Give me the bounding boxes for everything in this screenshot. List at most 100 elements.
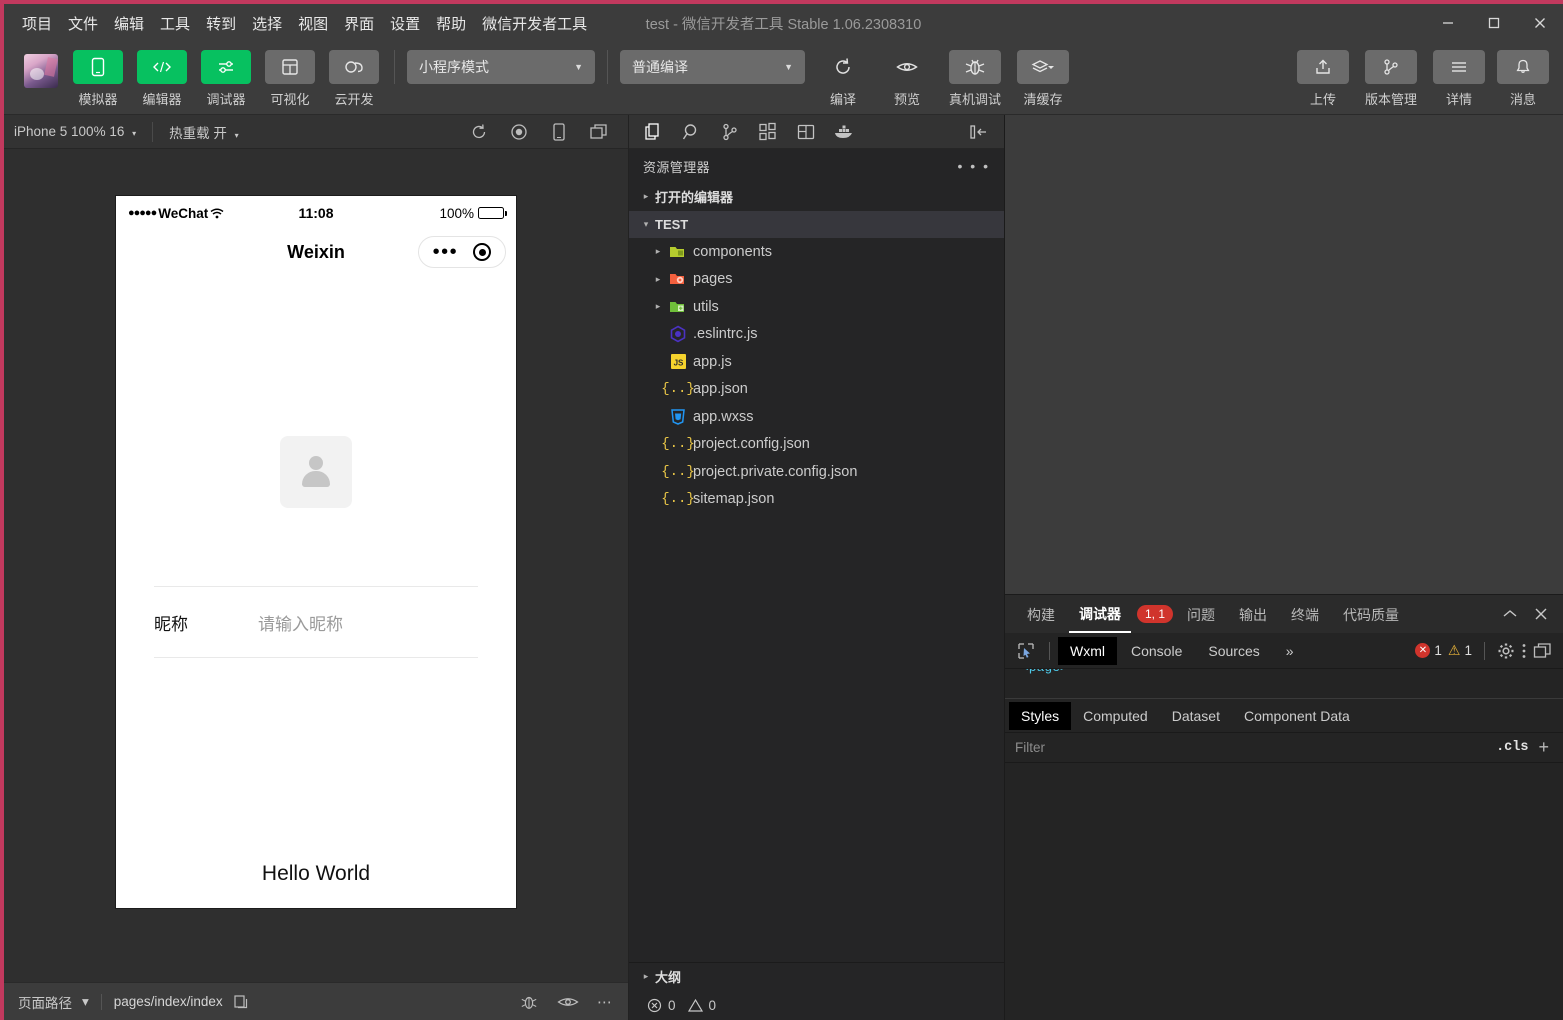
phone-icon[interactable] bbox=[73, 50, 123, 84]
menu-item-file[interactable]: 文件 bbox=[60, 9, 106, 38]
menu-item-goto[interactable]: 转到 bbox=[198, 9, 244, 38]
layers-icon[interactable] bbox=[1017, 50, 1069, 84]
dock-panel-icon[interactable] bbox=[1533, 642, 1557, 660]
avatar[interactable] bbox=[24, 54, 58, 88]
layout-icon[interactable] bbox=[265, 50, 315, 84]
tab-code-quality[interactable]: 代码质量 bbox=[1333, 597, 1409, 632]
problems-summary[interactable]: 0 0 bbox=[629, 990, 1004, 1020]
page-path-select[interactable]: 页面路径 ▾ bbox=[18, 992, 89, 1012]
tree-section-test[interactable]: ▾ TEST bbox=[629, 210, 1004, 238]
toolbar-item-details[interactable]: 详情 bbox=[1431, 50, 1487, 108]
capsule-button[interactable]: ••• bbox=[418, 236, 506, 268]
style-tab-computed[interactable]: Computed bbox=[1071, 702, 1160, 730]
bug-icon[interactable] bbox=[519, 993, 539, 1011]
toolbar-item-clear-cache[interactable]: 清缓存 bbox=[1015, 50, 1071, 108]
source-control-icon[interactable] bbox=[713, 118, 747, 146]
tab-output[interactable]: 输出 bbox=[1229, 597, 1277, 632]
cls-button[interactable]: .cls bbox=[1486, 740, 1538, 755]
chevron-up-icon[interactable] bbox=[1501, 607, 1519, 621]
tree-item-project-private-config[interactable]: {..} project.private.config.json bbox=[629, 458, 1004, 486]
eye-icon[interactable] bbox=[881, 50, 933, 84]
device-rotate-icon[interactable] bbox=[544, 119, 574, 145]
toolbar-item-compile[interactable]: 编译 bbox=[815, 50, 871, 108]
panel-tab-more[interactable]: » bbox=[1274, 637, 1306, 665]
tab-terminal[interactable]: 终端 bbox=[1281, 597, 1329, 632]
add-style-rule-button[interactable]: + bbox=[1538, 737, 1553, 758]
bug-icon[interactable] bbox=[949, 50, 1001, 84]
toolbar-item-remote-debug[interactable]: 真机调试 bbox=[943, 50, 1007, 108]
inspect-element-icon[interactable] bbox=[1011, 638, 1041, 664]
tree-section-open-editors[interactable]: ▸ 打开的编辑器 bbox=[629, 183, 1004, 211]
refresh-icon[interactable] bbox=[817, 50, 869, 84]
user-avatar-placeholder[interactable] bbox=[280, 436, 352, 508]
upload-icon[interactable] bbox=[1297, 50, 1349, 84]
toolbar-item-upload[interactable]: 上传 bbox=[1295, 50, 1351, 108]
code-icon[interactable] bbox=[137, 50, 187, 84]
toolbar-item-simulator[interactable]: 模拟器 bbox=[70, 50, 126, 108]
docker-icon[interactable] bbox=[827, 118, 861, 146]
menu-item-settings[interactable]: 设置 bbox=[382, 9, 428, 38]
menu-icon[interactable] bbox=[1433, 50, 1485, 84]
menu-item-project[interactable]: 项目 bbox=[14, 9, 60, 38]
toolbar-item-editor[interactable]: 编辑器 bbox=[134, 50, 190, 108]
menu-item-select[interactable]: 选择 bbox=[244, 9, 290, 38]
menu-item-interface[interactable]: 界面 bbox=[336, 9, 382, 38]
files-icon[interactable] bbox=[637, 118, 671, 146]
tree-item-project-config[interactable]: {..} project.config.json bbox=[629, 431, 1004, 459]
menu-item-edit[interactable]: 编辑 bbox=[106, 9, 152, 38]
tree-item-pages[interactable]: ▸ pages bbox=[629, 266, 1004, 294]
git-branch-icon[interactable] bbox=[1365, 50, 1417, 84]
minimize-button[interactable] bbox=[1425, 4, 1471, 42]
tree-item-app-js[interactable]: JS app.js bbox=[629, 348, 1004, 376]
eye-icon[interactable] bbox=[557, 995, 579, 1009]
tab-problems[interactable]: 问题 bbox=[1177, 597, 1225, 632]
menu-item-view[interactable]: 视图 bbox=[290, 9, 336, 38]
cloud-icon[interactable] bbox=[329, 50, 379, 84]
wxml-code-view[interactable]: <page> bbox=[1005, 669, 1563, 699]
kebab-menu-icon[interactable] bbox=[1521, 642, 1527, 660]
maximize-button[interactable] bbox=[1471, 4, 1517, 42]
filter-input[interactable] bbox=[1015, 740, 1487, 755]
close-button[interactable] bbox=[1517, 4, 1563, 42]
record-icon[interactable] bbox=[504, 119, 534, 145]
toolbar-item-version-control[interactable]: 版本管理 bbox=[1359, 50, 1423, 108]
panel-tab-wxml[interactable]: Wxml bbox=[1058, 636, 1117, 665]
more-icon[interactable]: ⋯ bbox=[597, 993, 614, 1011]
panel-tab-console[interactable]: Console bbox=[1119, 637, 1194, 665]
compile-select[interactable]: 普通编译 ▼ bbox=[620, 50, 805, 84]
style-tab-dataset[interactable]: Dataset bbox=[1160, 702, 1232, 730]
tree-item-sitemap-json[interactable]: {..} sitemap.json bbox=[629, 486, 1004, 514]
search-icon[interactable] bbox=[675, 118, 709, 146]
hot-reload-select[interactable]: 热重载 开 ▾ bbox=[169, 122, 239, 142]
tab-build[interactable]: 构建 bbox=[1017, 597, 1065, 632]
close-icon[interactable] bbox=[1533, 606, 1551, 622]
toolbar-item-debugger[interactable]: 调试器 bbox=[198, 50, 254, 108]
menu-item-help[interactable]: 帮助 bbox=[428, 9, 474, 38]
toolbar-item-preview[interactable]: 预览 bbox=[879, 50, 935, 108]
panel-tab-sources[interactable]: Sources bbox=[1196, 637, 1271, 665]
toolbar-item-visualization[interactable]: 可视化 bbox=[262, 50, 318, 108]
outline-section[interactable]: ▸ 大纲 bbox=[629, 962, 1004, 990]
tree-item-components[interactable]: ▸ components bbox=[629, 238, 1004, 266]
warning-status[interactable]: ⚠ 1 bbox=[1448, 642, 1472, 659]
device-select[interactable]: iPhone 5 100% 16 ▾ bbox=[14, 124, 136, 139]
error-status[interactable]: ✕ 1 bbox=[1415, 643, 1442, 658]
copy-icon[interactable] bbox=[233, 994, 249, 1010]
gear-icon[interactable] bbox=[1497, 642, 1515, 660]
tree-item-utils[interactable]: ▸ utils bbox=[629, 293, 1004, 321]
menu-item-devtools[interactable]: 微信开发者工具 bbox=[474, 9, 595, 38]
split-layout-icon[interactable] bbox=[789, 118, 823, 146]
tree-item-eslintrc[interactable]: .eslintrc.js bbox=[629, 321, 1004, 349]
toolbar-item-messages[interactable]: 消息 bbox=[1495, 50, 1551, 108]
sliders-icon[interactable] bbox=[201, 50, 251, 84]
collapse-sidebar-icon[interactable] bbox=[962, 118, 996, 146]
tab-debugger[interactable]: 调试器 bbox=[1069, 596, 1131, 633]
tree-item-app-json[interactable]: {..} app.json bbox=[629, 376, 1004, 404]
window-icon[interactable] bbox=[584, 119, 614, 145]
bell-icon[interactable] bbox=[1497, 50, 1549, 84]
style-tab-styles[interactable]: Styles bbox=[1009, 701, 1072, 730]
extensions-icon[interactable] bbox=[751, 118, 785, 146]
style-tab-component-data[interactable]: Component Data bbox=[1232, 702, 1362, 730]
toolbar-item-cloud[interactable]: 云开发 bbox=[326, 50, 382, 108]
refresh-icon[interactable] bbox=[464, 119, 494, 145]
